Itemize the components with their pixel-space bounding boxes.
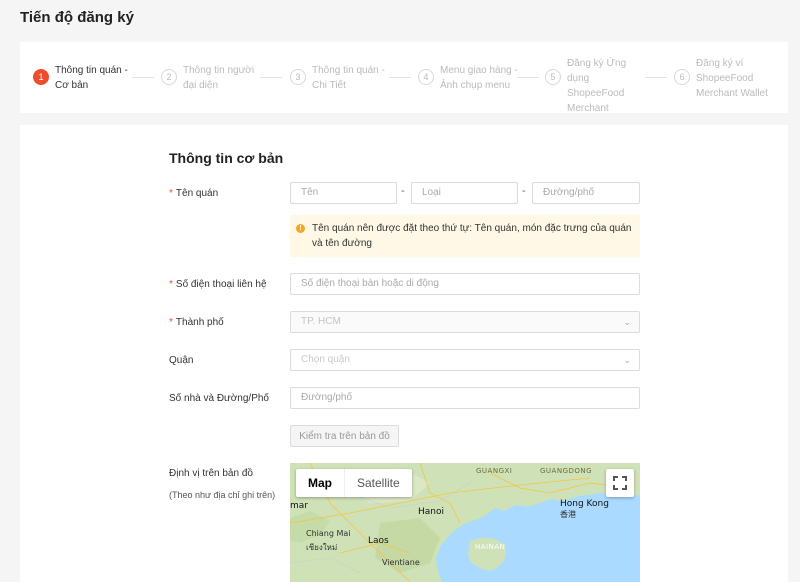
map-label-hongkong-cn: 香港 [560,510,576,519]
step-label: Thông tin quán - Chi Tiết [312,65,385,91]
step-number: 3 [290,69,306,85]
warning-icon: ! [296,224,305,233]
map-location-help: (Theo như địa chỉ ghi trên) [169,490,276,500]
required-mark: * [169,188,173,199]
step-4[interactable]: 4 Menu giao hàng - Ảnh chụp menu [418,65,518,93]
chevron-down-icon: ⌄ [623,317,631,327]
basic-info-form: Thông tin cơ bản * Tên quán Tên - Loại - … [20,125,788,582]
step-number: 2 [161,69,177,85]
step-5[interactable]: 5 Đăng ký Ứng dụng ShopeeFood Merchant [545,58,645,116]
step-connector [645,77,667,78]
map-label-hongkong: Hong Kong [560,499,609,509]
step-number: 4 [418,69,434,85]
store-type-input[interactable]: Loại [411,182,518,204]
required-mark: * [169,317,173,328]
map-label-laos: Laos [368,536,389,546]
step-2[interactable]: 2 Thông tin người đại diện [161,65,261,93]
map-label-hainan: HAINAN [475,543,506,551]
phone-input[interactable]: Số điện thoại bàn hoặc di động [290,273,640,295]
page-title: Tiến độ đăng ký [20,9,134,26]
step-3[interactable]: 3 Thông tin quán - Chi Tiết [290,65,390,93]
step-label: Thông tin quán - Cơ bản [55,65,128,91]
map-label-guangxi: GUANGXI [476,467,513,475]
map-label-hanoi: Hanoi [418,507,444,517]
separator-dash: - [401,185,405,197]
step-6[interactable]: 6 Đăng ký ví ShopeeFood Merchant Wallet [674,58,774,101]
step-connector [260,77,282,78]
store-name-label: * Tên quán [169,188,219,199]
map-label-chiangmai-th: เชียงใหม่ [306,543,338,552]
notice-text: Tên quán nên được đặt theo thứ tự: Tên q… [312,223,632,249]
map-label-chiangmai: Chiang Mai [306,529,351,538]
chevron-down-icon: ⌄ [623,355,631,365]
map-tab[interactable]: Map [296,469,344,497]
phone-label: * Số điện thoại liên hệ [169,279,267,290]
map-type-toggle: Map Satellite [296,469,412,497]
district-placeholder: Chọn quận [301,354,350,365]
step-label: Đăng ký ví ShopeeFood Merchant Wallet [696,58,768,99]
satellite-tab[interactable]: Satellite [344,469,412,497]
address-input[interactable]: Đường/phố [290,387,640,409]
step-connector [132,77,154,78]
store-street-input[interactable]: Đường/phố [532,182,640,204]
step-number: 6 [674,69,690,85]
step-label: Menu giao hàng - Ảnh chụp menu [440,65,518,91]
city-label: * Thành phố [169,317,224,328]
step-1[interactable]: 1 Thông tin quán - Cơ bản [33,65,133,93]
district-select[interactable]: Chọn quận ⌄ [290,349,640,371]
step-number: 5 [545,69,561,85]
step-number: 1 [33,69,49,85]
map-label-vientiane: Vientiane [382,558,420,567]
fullscreen-button[interactable] [606,469,634,497]
district-label: Quận [169,355,194,366]
section-title: Thông tin cơ bản [169,150,284,166]
required-mark: * [169,279,173,290]
address-label: Số nhà và Đường/Phố [169,393,269,404]
city-value: TP. HCM [301,316,341,327]
map-label-myanmar: mar [290,501,308,511]
progress-stepper: 1 Thông tin quán - Cơ bản 2 Thông tin ng… [20,42,788,116]
check-on-map-button[interactable]: Kiểm tra trên bản đồ [290,425,399,447]
city-select[interactable]: TP. HCM ⌄ [290,311,640,333]
step-connector [517,77,539,78]
map-label-guangdong: GUANGDONG [540,467,593,475]
store-name-notice: ! Tên quán nên được đặt theo thứ tự: Tên… [290,215,640,257]
step-label: Thông tin người đại diện [183,65,255,91]
store-name-input[interactable]: Tên [290,182,397,204]
step-connector [389,77,411,78]
map-location-label: Định vị trên bản đồ [169,468,253,479]
fullscreen-icon [613,476,627,490]
separator-dash: - [522,185,526,197]
location-map[interactable]: GUANGXI GUANGDONG Hanoi Hong Kong 香港 Lao… [290,463,640,582]
step-label: Đăng ký Ứng dụng ShopeeFood Merchant [567,58,627,114]
